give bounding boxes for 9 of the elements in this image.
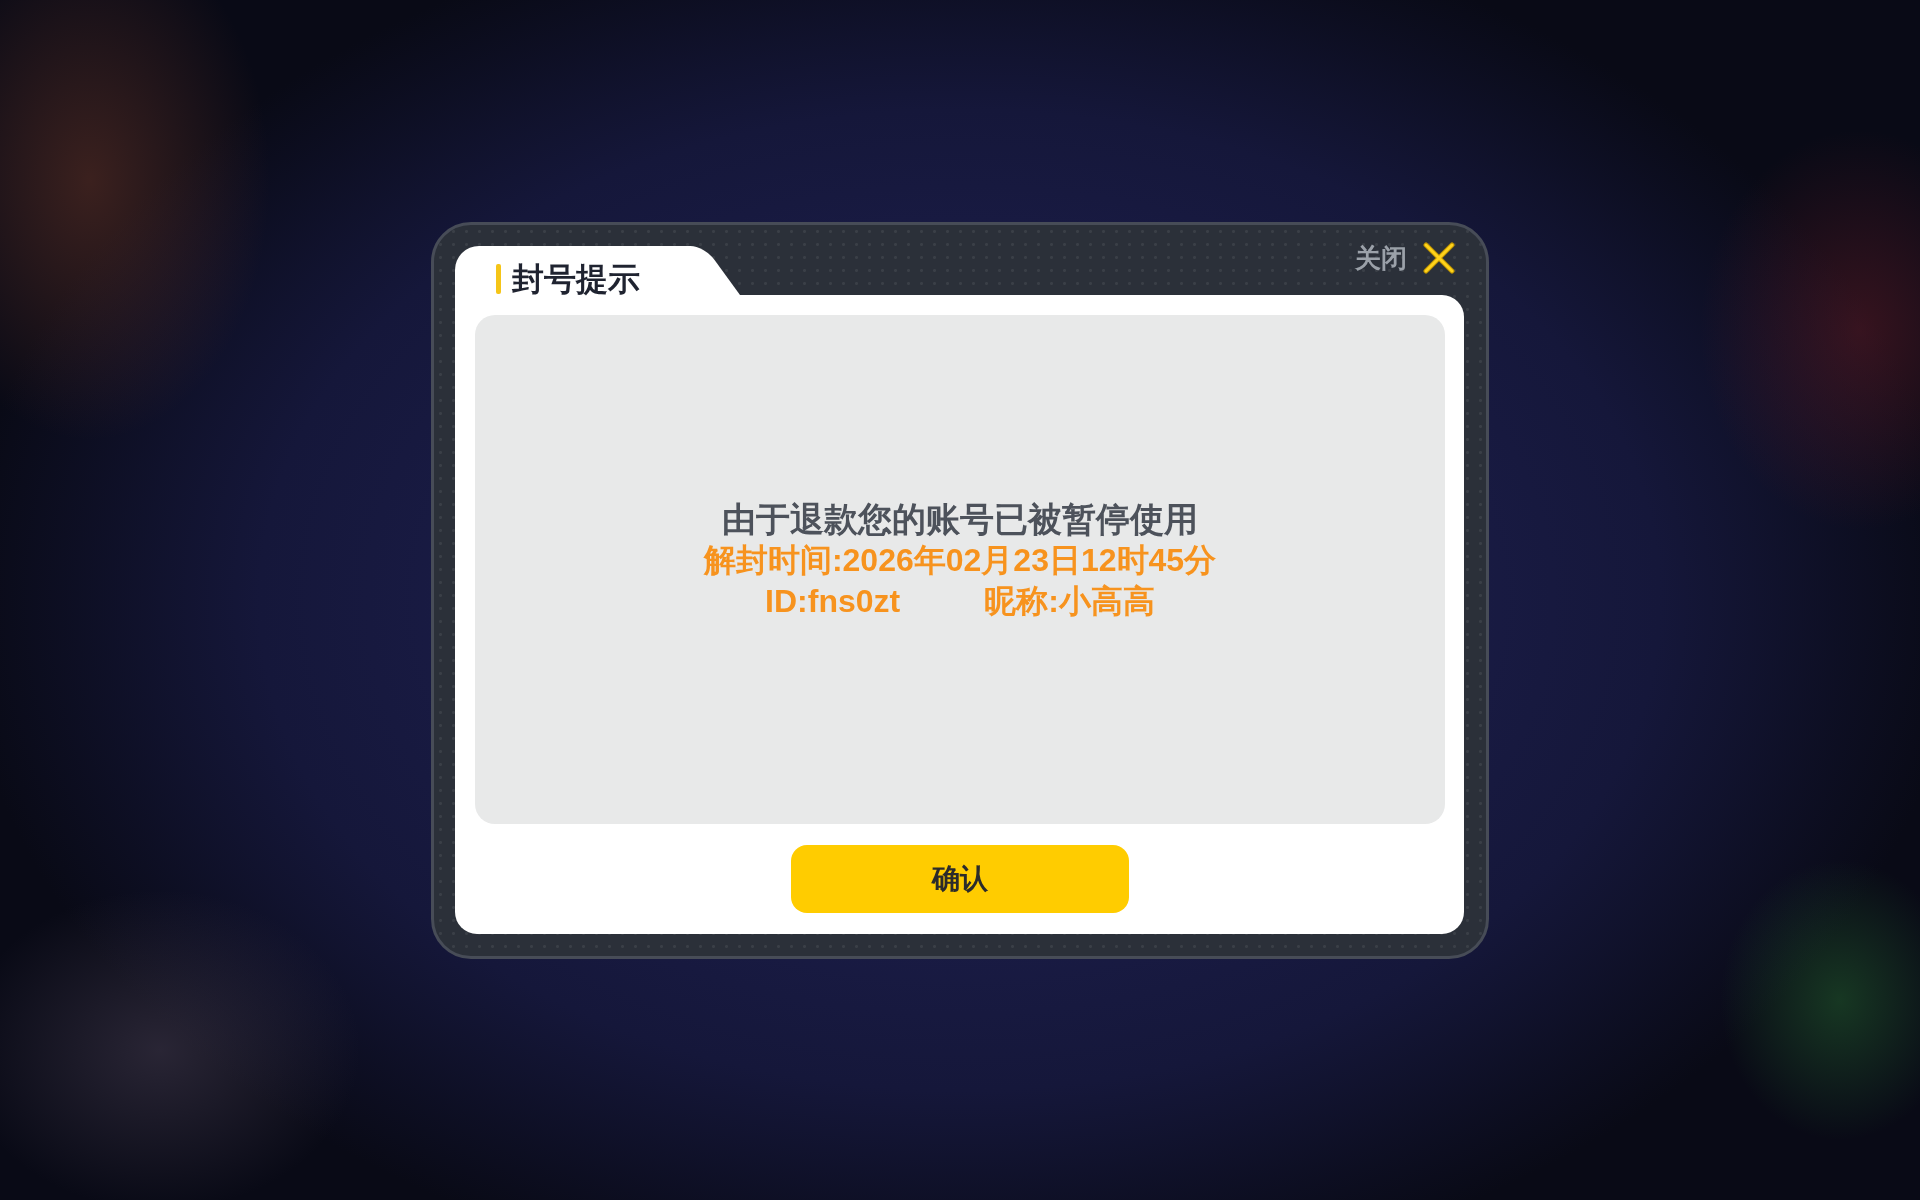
player-nickname: 昵称:小高高: [984, 582, 1155, 621]
unban-time: 解封时间:2026年02月23日12时45分: [703, 541, 1217, 580]
dialog-title: 封号提示: [512, 260, 640, 297]
accent-bar-icon: [496, 263, 501, 294]
close-button[interactable]: 关闭: [1355, 242, 1455, 274]
player-id: ID:fns0zt: [765, 582, 901, 621]
confirm-button[interactable]: 确认: [791, 845, 1129, 913]
ban-message: 由于退款您的账号已被暂停使用: [722, 499, 1198, 540]
close-icon: [1423, 242, 1455, 274]
